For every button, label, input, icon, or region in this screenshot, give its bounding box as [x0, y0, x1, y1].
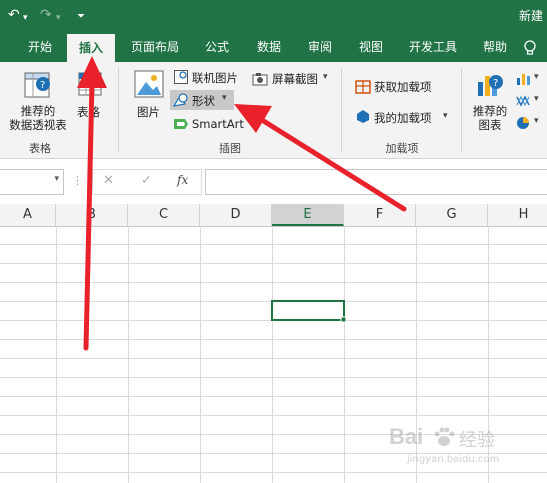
column-chart-icon[interactable] — [516, 72, 532, 86]
smartart-button[interactable]: SmartArt — [192, 117, 244, 131]
watermark-brand-suffix: 经验 — [459, 430, 495, 451]
recommended-charts-button[interactable]: 推荐的 图表 — [472, 104, 508, 132]
formula-bar: ▾ ⋮ ✕ ✓ fx — [0, 166, 547, 196]
tab-data[interactable]: 数据 — [248, 32, 290, 62]
column-header-h[interactable]: H — [488, 204, 547, 226]
online-pictures-icon — [174, 70, 188, 84]
watermark-brand: Bai — [389, 424, 424, 449]
pictures-button[interactable]: 图片 — [137, 104, 160, 120]
undo-dropdown-icon[interactable]: ▾ — [23, 10, 28, 26]
store-icon — [355, 80, 371, 94]
group-separator — [118, 68, 119, 152]
formula-buttons: ✕ ✓ fx — [92, 169, 202, 195]
recommended-charts-label-1: 推荐的 — [472, 104, 508, 118]
cancel-icon[interactable]: ✕ — [103, 173, 114, 188]
svg-text:?: ? — [40, 80, 45, 91]
pie-chart-dropdown-icon[interactable]: ▾ — [534, 116, 539, 126]
screenshot-icon — [252, 73, 268, 86]
watermark: Bai 经验 jingyan.baidu.com — [387, 424, 547, 472]
customize-toolbar-icon[interactable]: ⏷ — [77, 9, 85, 25]
tab-formulas[interactable]: 公式 — [196, 32, 238, 62]
ribbon-tab-bar: 开始 插入 页面布局 公式 数据 审阅 视图 开发工具 帮助 — [0, 32, 547, 62]
my-addins-icon — [357, 110, 369, 123]
column-header-b[interactable]: B — [56, 204, 128, 226]
group-label-illustrations: 插图 — [219, 142, 241, 155]
tab-page-layout[interactable]: 页面布局 — [124, 32, 186, 62]
column-header-g[interactable]: G — [416, 204, 488, 226]
fill-handle[interactable] — [340, 316, 347, 323]
column-header-row: A B C D E F G H — [0, 204, 547, 227]
my-addins-dropdown-icon[interactable]: ▾ — [443, 111, 448, 121]
recommended-pivottable-icon: ? — [24, 72, 50, 98]
tab-insert[interactable]: 插入 — [67, 34, 115, 62]
tab-view[interactable]: 视图 — [350, 32, 392, 62]
active-cell[interactable] — [271, 300, 345, 321]
tab-home[interactable]: 开始 — [18, 32, 62, 62]
group-separator — [341, 68, 342, 152]
my-addins-button[interactable]: 我的加载项 — [374, 110, 432, 126]
table-icon — [78, 72, 102, 96]
recommended-charts-icon: ? — [478, 75, 503, 96]
column-header-a[interactable]: A — [0, 204, 56, 226]
tab-review[interactable]: 审阅 — [299, 32, 341, 62]
tab-developer[interactable]: 开发工具 — [401, 32, 465, 62]
recommended-pivottable-label-1: 推荐的 — [20, 104, 56, 118]
svg-text:?: ? — [493, 78, 498, 89]
smartart-icon — [174, 119, 188, 129]
screenshot-dropdown-icon[interactable]: ▾ — [323, 72, 328, 82]
group-separator — [461, 68, 462, 152]
column-header-f[interactable]: F — [344, 204, 416, 226]
redo-dropdown-icon[interactable]: ▾ — [56, 10, 61, 26]
formula-bar-grip-icon: ⋮ — [72, 174, 83, 187]
pictures-icon — [134, 70, 164, 98]
name-box[interactable]: ▾ — [0, 169, 64, 195]
column-header-c[interactable]: C — [128, 204, 200, 226]
get-addins-button[interactable]: 获取加载项 — [374, 79, 432, 95]
undo-icon[interactable]: ↶ — [8, 7, 20, 23]
group-label-tables: 表格 — [29, 142, 51, 155]
column-header-e[interactable]: E — [272, 204, 344, 226]
formula-input[interactable] — [205, 169, 547, 195]
pie-chart-icon[interactable] — [516, 116, 532, 130]
insert-function-icon[interactable]: fx — [177, 173, 188, 187]
recommended-pivottable-button[interactable]: 推荐的 数据透视表 — [6, 104, 70, 132]
lightbulb-icon[interactable] — [522, 40, 538, 56]
shapes-dropdown-icon: ▾ — [222, 93, 227, 103]
watermark-url: jingyan.baidu.com — [407, 454, 500, 465]
redo-icon[interactable]: ↷ — [40, 7, 52, 23]
window-title: 新建 — [518, 9, 543, 23]
table-button[interactable]: 表格 — [77, 104, 100, 120]
baidu-paw-icon — [434, 427, 455, 446]
hierarchy-chart-icon[interactable] — [516, 94, 532, 108]
tab-help[interactable]: 帮助 — [474, 32, 516, 62]
title-bar: ↶ ▾ ↷ ▾ ⏷ 新建 — [0, 0, 547, 32]
column-header-d[interactable]: D — [200, 204, 272, 226]
group-label-addins: 加载项 — [385, 142, 419, 155]
shapes-icon — [173, 93, 188, 107]
recommended-charts-label-2: 图表 — [478, 118, 502, 132]
shapes-label: 形状 — [192, 94, 215, 108]
column-chart-dropdown-icon[interactable]: ▾ — [534, 72, 539, 82]
shapes-button[interactable]: 形状 ▾ — [170, 90, 234, 110]
online-pictures-button[interactable]: 联机图片 — [192, 70, 238, 86]
hierarchy-chart-dropdown-icon[interactable]: ▾ — [534, 94, 539, 104]
ribbon: ? 推荐的 数据透视表 表格 表格 图片 联机图片 形状 ▾ SmartArt — [0, 62, 547, 159]
screenshot-button[interactable]: 屏幕截图 — [272, 71, 318, 87]
recommended-pivottable-label-2: 数据透视表 — [9, 118, 67, 132]
enter-icon[interactable]: ✓ — [141, 173, 152, 188]
name-box-dropdown-icon[interactable]: ▾ — [54, 174, 59, 184]
